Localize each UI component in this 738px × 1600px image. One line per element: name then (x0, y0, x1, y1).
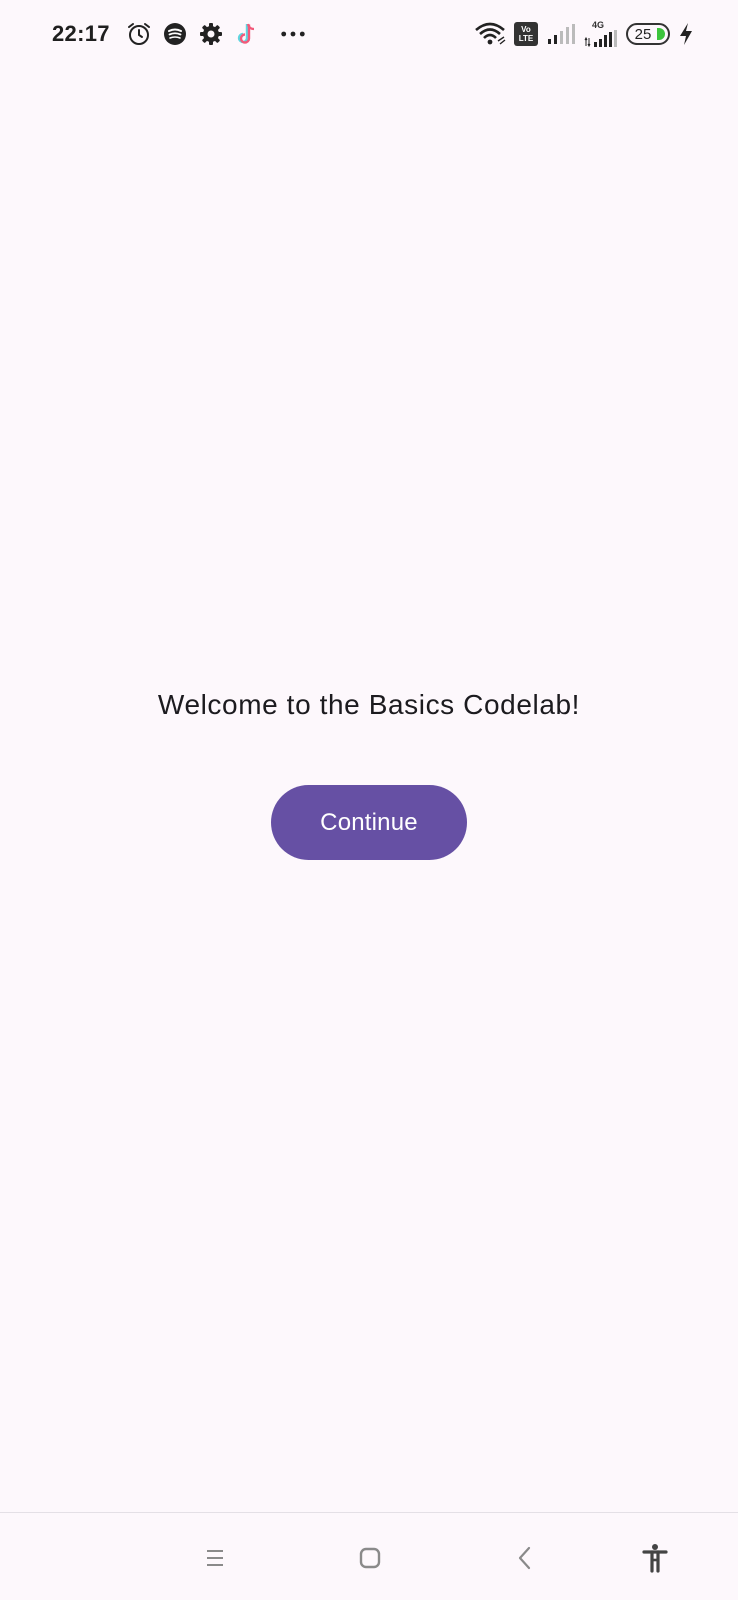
status-bar-left: 22:17 (52, 18, 306, 50)
menu-button[interactable] (190, 1533, 240, 1583)
volte-top-label: Vo (521, 25, 531, 34)
home-icon (359, 1547, 381, 1569)
back-icon (518, 1546, 531, 1570)
navigation-bar (0, 1513, 738, 1600)
wifi-icon (474, 21, 506, 47)
accessibility-icon (642, 1544, 668, 1573)
charging-bolt-icon (678, 21, 694, 47)
app-screen: 22:17 Vo LTE 4G 25 Welcome to the Basics… (0, 0, 738, 1600)
signal-sim1-icon (546, 21, 576, 47)
battery-fill (657, 28, 665, 40)
volte-badge: Vo LTE (514, 22, 538, 46)
continue-button[interactable]: Continue (271, 785, 467, 860)
status-bar: 22:17 Vo LTE 4G 25 (0, 0, 738, 68)
battery-level: 25 (634, 25, 652, 43)
signal-sim2: 4G (584, 19, 618, 48)
network-type-label: 4G (591, 19, 604, 30)
more-notifications-icon (280, 21, 306, 47)
accessibility-button[interactable] (630, 1533, 680, 1583)
settings-icon (198, 21, 224, 47)
back-button[interactable] (500, 1533, 550, 1583)
alarm-icon (126, 21, 152, 47)
spotify-icon (162, 21, 188, 47)
battery-indicator: 25 (626, 23, 670, 45)
signal-sim2-icon (584, 29, 617, 47)
welcome-text: Welcome to the Basics Codelab! (157, 689, 581, 720)
tiktok-icon (234, 21, 260, 47)
menu-icon (207, 1550, 223, 1566)
home-button[interactable] (345, 1533, 395, 1583)
volte-bottom-label: LTE (518, 34, 534, 43)
clock: 22:17 (52, 21, 110, 46)
status-bar-right: Vo LTE 4G 25 (474, 18, 694, 50)
